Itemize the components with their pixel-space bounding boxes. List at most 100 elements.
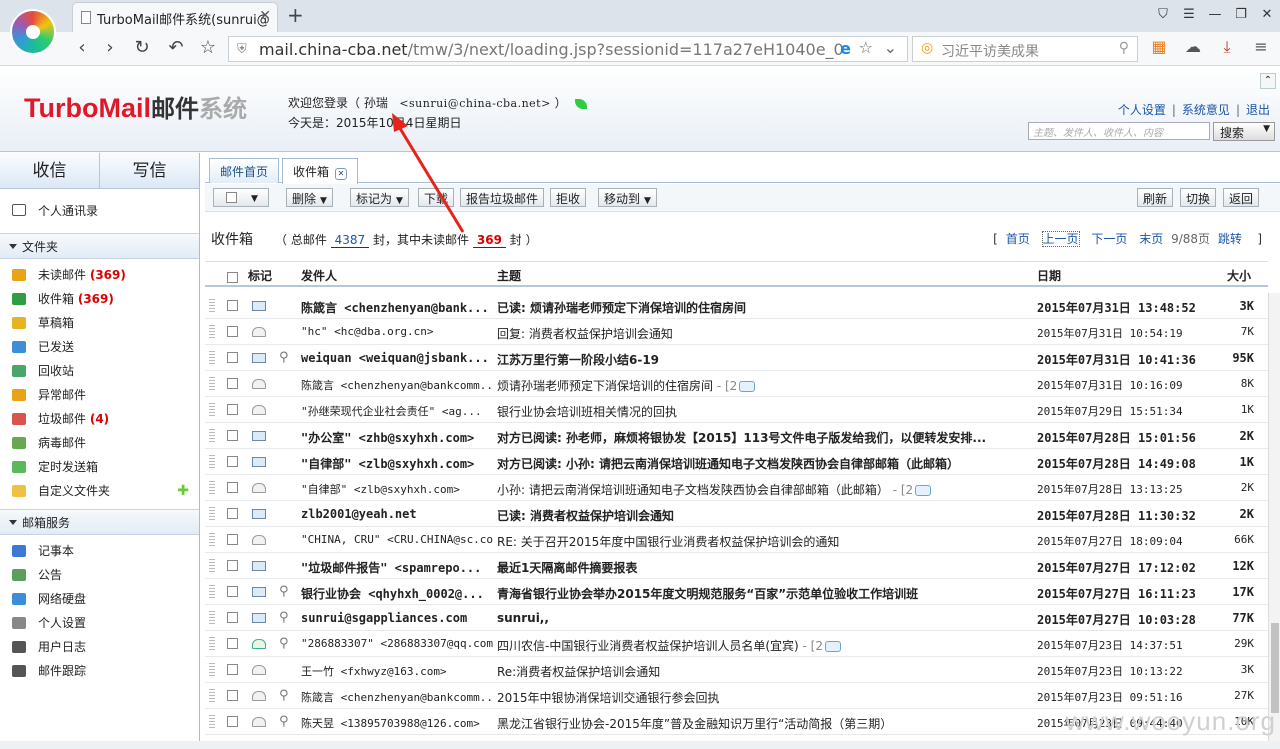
sidebar-folder-item[interactable]: 收件箱 (369) (0, 287, 199, 311)
back-button[interactable]: 返回 (1223, 188, 1260, 207)
drag-handle[interactable] (209, 559, 215, 573)
select-all-dropdown[interactable]: ▼ (213, 188, 269, 207)
scrollbar-thumb[interactable] (1271, 623, 1279, 713)
move-to-button[interactable]: 移动到 ▼ (598, 188, 657, 207)
close-tab-icon[interactable]: ✕ (335, 168, 348, 180)
mail-sender[interactable]: 陈天昱 <13895703988@126.com> (301, 715, 493, 731)
jump-link[interactable]: 跳转 (1218, 232, 1242, 246)
mail-row[interactable]: ⚲ weiquan <weiquan@jsbank... 江苏万里行第一阶段小结6-… (205, 345, 1268, 371)
drag-handle[interactable] (209, 637, 215, 651)
row-checkbox[interactable] (227, 612, 238, 623)
prev-page-link[interactable]: 上一页 (1041, 231, 1080, 247)
mail-sender[interactable]: 王一竹 <fxhwyz@163.com> (301, 663, 493, 679)
row-checkbox[interactable] (227, 690, 238, 701)
row-checkbox[interactable] (227, 430, 238, 441)
sidebar-service-item[interactable]: 公告 (0, 563, 199, 587)
mail-row[interactable]: ⚲ 银行业协会 <qhyhxh_0002@... 青海省银行业协会举办2015年度文… (205, 579, 1268, 605)
drag-handle[interactable] (209, 533, 215, 547)
browser-tab[interactable]: TurboMail邮件系统(sunrui@ ✕ (72, 2, 278, 32)
favorite-star-icon[interactable]: ☆ (859, 38, 873, 57)
drag-handle[interactable] (209, 481, 215, 495)
browser-search-input[interactable]: ◎ 习近平访美成果 ⚲ (912, 36, 1138, 62)
drag-handle[interactable] (209, 455, 215, 469)
write-button[interactable]: 写信 (99, 153, 199, 188)
undo-icon[interactable]: ↶ (164, 37, 188, 58)
sidebar-service-item[interactable]: 个人设置 (0, 611, 199, 635)
mail-sender[interactable]: "自律部" <zlb@sxyhxh.com> (301, 481, 493, 497)
drag-handle[interactable] (209, 507, 215, 521)
shirt-icon[interactable]: ⛉ (1150, 0, 1176, 30)
row-checkbox[interactable] (227, 638, 238, 649)
collapse-header-icon[interactable]: ⌃ (1260, 73, 1276, 89)
col-size[interactable]: 大小 (1227, 267, 1251, 284)
add-folder-icon[interactable]: ✚ (177, 479, 189, 503)
minimize-button[interactable]: — (1202, 0, 1228, 30)
mail-row[interactable]: 陈箴言 <chenzhenyan@bank... 已读: 烦请孙瑞老师预定下消保培… (205, 293, 1268, 319)
logout-link[interactable]: 退出 (1246, 103, 1270, 117)
reload-icon[interactable]: ↻ (130, 37, 154, 58)
mail-sender[interactable]: weiquan <weiquan@jsbank... (301, 351, 493, 365)
mail-sender[interactable]: "286883307" <286883307@qq.com> (301, 637, 493, 650)
col-flag[interactable]: 标记 (248, 267, 272, 284)
dropdown-arrow-icon[interactable]: ▼ (1263, 124, 1270, 134)
cloud-icon[interactable]: ☁ (1176, 37, 1210, 57)
mail-row[interactable]: "hc" <hc@dba.org.cn> 回复: 消费者权益保护培训会通知 2015… (205, 319, 1268, 345)
ie-mode-icon[interactable]: e (840, 39, 851, 58)
drag-handle[interactable] (209, 715, 215, 729)
new-tab-button[interactable]: + (287, 3, 304, 27)
settings-menu-icon[interactable]: ≡ (1244, 37, 1278, 57)
search-icon[interactable]: ⚲ (1119, 40, 1129, 56)
feedback-link[interactable]: 系统意见 (1182, 103, 1230, 117)
mail-subject[interactable]: 回复: 消费者权益保护培训会通知 (497, 325, 1025, 342)
mail-subject[interactable]: RE: 关于召开2015年度中国银行业消费者权益保护培训会的通知 (497, 533, 1025, 550)
sidebar-folder-item[interactable]: 病毒邮件 (0, 431, 199, 455)
mail-sender[interactable]: "孙继荣现代企业社会责任" <ag... (301, 403, 493, 419)
mail-sender[interactable]: "CHINA, CRU" <CRU.CHINA@sc.com> (301, 533, 493, 546)
drag-handle[interactable] (209, 325, 215, 339)
mail-row[interactable]: ⚲ "286883307" <286883307@qq.com> 四川农信-中国银行… (205, 631, 1268, 657)
mail-sender[interactable]: 陈箴言 <chenzhenyan@bankcomm... (301, 377, 493, 393)
row-checkbox[interactable] (227, 378, 238, 389)
drag-handle[interactable] (209, 585, 215, 599)
row-checkbox[interactable] (227, 560, 238, 571)
sidebar-service-item[interactable]: 邮件跟踪 (0, 659, 199, 683)
drag-handle[interactable] (209, 429, 215, 443)
chevron-down-icon[interactable]: ⌄ (884, 38, 897, 57)
mail-sender[interactable]: "hc" <hc@dba.org.cn> (301, 325, 493, 338)
mail-row[interactable]: 王一竹 <fxhwyz@163.com> Re:消费者权益保护培训会通知 2015年… (205, 657, 1268, 683)
mail-sender[interactable]: 陈箴言 <chenzhenyan@bankcomm... (301, 689, 493, 705)
mail-subject[interactable]: Re:消费者权益保护培训会通知 (497, 663, 1025, 680)
receive-button[interactable]: 收信 (0, 153, 99, 188)
drag-handle[interactable] (209, 611, 215, 625)
tab-mail-home[interactable]: 邮件首页 (209, 158, 280, 183)
last-page-link[interactable]: 末页 (1139, 232, 1163, 246)
mail-subject[interactable]: 江苏万里行第一阶段小结6-19 (497, 351, 1025, 368)
row-checkbox[interactable] (227, 456, 238, 467)
tab-inbox[interactable]: 收件箱 ✕ (282, 158, 359, 184)
mail-subject[interactable]: 最近1天隔离邮件摘要报表 (497, 559, 1025, 576)
mail-list-scrollbar[interactable] (1268, 293, 1280, 749)
close-window-button[interactable]: ✕ (1254, 0, 1280, 30)
mail-row[interactable]: 陈箴言 <chenzhenyan@bankcomm... 烦请孙瑞老师预定下消保培… (205, 371, 1268, 397)
col-from[interactable]: 发件人 (301, 267, 337, 284)
mail-subject[interactable]: 对方已阅读: 孙老师，麻烦将银协发【2015】113号文件电子版发给我们，以便转… (497, 429, 1025, 446)
row-checkbox[interactable] (227, 300, 238, 311)
download-button[interactable]: 下载 (418, 188, 455, 207)
drag-handle[interactable] (209, 377, 215, 391)
row-checkbox[interactable] (227, 352, 238, 363)
services-section-header[interactable]: 邮箱服务 (0, 509, 199, 535)
sidebar-folder-item[interactable]: 自定义文件夹 ✚ (0, 479, 199, 503)
mail-sender[interactable]: 陈箴言 <chenzhenyan@bank... (301, 299, 493, 316)
mail-subject[interactable]: 2015年中银协消保培训交通银行参会回执 (497, 689, 1025, 706)
sidebar-folder-item[interactable]: 已发送 (0, 335, 199, 359)
forward-icon[interactable]: › (98, 37, 122, 58)
mail-subject[interactable]: 银行业协会培训班相关情况的回执 (497, 403, 1025, 420)
mail-sender[interactable]: "办公室" <zhb@sxyhxh.com> (301, 429, 493, 446)
refresh-button[interactable]: 刷新 (1137, 188, 1174, 207)
mail-search-input[interactable]: 主题、发件人、收件人、内容 (1028, 122, 1210, 140)
mail-row[interactable]: "垃圾邮件报告" <spamrepo... 最近1天隔离邮件摘要报表 2015年07… (205, 553, 1268, 579)
mail-row[interactable]: "自律部" <zlb@sxyhxh.com> 小孙: 请把云南消保培训班通知电子文… (205, 475, 1268, 501)
mail-subject[interactable]: sunrui,, (497, 611, 1025, 625)
thread-count[interactable]: - [2 (717, 379, 756, 393)
apps-grid-icon[interactable]: ▦ (1142, 37, 1176, 57)
